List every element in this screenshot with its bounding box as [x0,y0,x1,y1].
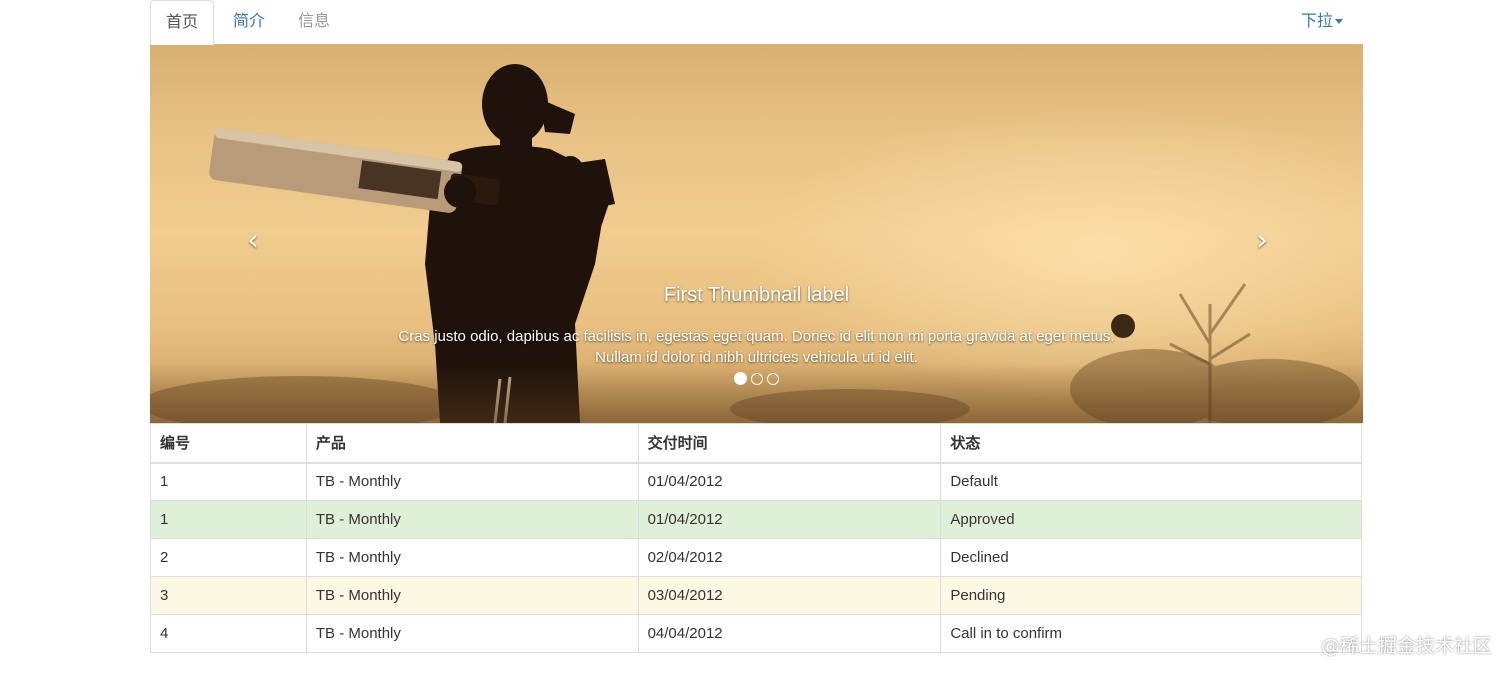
cell-date: 04/04/2012 [637,614,942,653]
nav-tabs: 首页 简介 信息 下拉 [150,0,1363,45]
table-row: 1 TB - Monthly 01/04/2012 Approved [150,500,1362,539]
cell-date: 03/04/2012 [637,576,942,615]
carousel: ‹ › First Thumbnail label Cras justo odi… [150,44,1363,423]
cell-product: TB - Monthly [305,462,639,501]
dropdown-label: 下拉 [1300,11,1333,30]
carousel-indicator-1[interactable] [734,372,747,385]
header-id: 编号 [150,423,307,464]
page-container: 首页 简介 信息 下拉 ‹ › First Thumbnail label Cr… [150,0,1363,653]
cell-id: 4 [150,614,307,653]
cell-status: Approved [940,500,1362,539]
caption-text-line2: Nullam id dolor id nibh ultricies vehicu… [595,349,918,366]
cell-product: TB - Monthly [305,614,639,653]
cell-date: 01/04/2012 [637,462,942,501]
tab-info: 信息 [298,11,331,30]
carousel-caption: First Thumbnail label Cras justo odio, d… [390,280,1123,368]
caret-down-icon [1335,19,1343,24]
chevron-left-icon: ‹ [247,223,259,258]
carousel-indicator-3[interactable] [767,373,779,385]
cell-status: Pending [940,576,1362,615]
cell-date: 02/04/2012 [637,538,942,577]
table-row: 1 TB - Monthly 01/04/2012 Default [150,462,1362,501]
chevron-right-icon: › [1256,223,1268,258]
cell-id: 3 [150,576,307,615]
header-product: 产品 [305,423,639,464]
cell-product: TB - Monthly [305,538,639,577]
caption-title: First Thumbnail label [663,284,850,306]
table-row: 4 TB - Monthly 04/04/2012 Call in to con… [150,614,1362,653]
carousel-next-button[interactable]: › [1247,226,1277,256]
header-delivery-time: 交付时间 [637,423,942,464]
tab-home[interactable]: 首页 [150,0,214,45]
header-status: 状态 [940,423,1362,464]
table-row: 3 TB - Monthly 03/04/2012 Pending [150,576,1362,615]
cell-status: Declined [940,538,1362,577]
cell-id: 1 [150,462,307,501]
watermark: @稀土掘金技术社区 [1320,635,1492,657]
orders-table: 编号 产品 交付时间 状态 1 TB - Monthly 01/04/2012 … [150,423,1362,653]
cell-date: 01/04/2012 [637,500,942,539]
cell-id: 1 [150,500,307,539]
cell-status: Default [940,462,1362,501]
cell-product: TB - Monthly [305,500,639,539]
cell-product: TB - Monthly [305,576,639,615]
tab-intro[interactable]: 简介 [233,0,265,45]
caption-text-line1: Cras justo odio, dapibus ac facilisis in… [398,328,1115,345]
table-header-row: 编号 产品 交付时间 状态 [150,423,1362,464]
cell-id: 2 [150,538,307,577]
carousel-indicators [150,372,1363,385]
carousel-indicator-2[interactable] [751,373,763,385]
table-row: 2 TB - Monthly 02/04/2012 Declined [150,538,1362,577]
dropdown-toggle[interactable]: 下拉 [1301,0,1343,45]
cell-status: Call in to confirm [940,614,1362,653]
carousel-prev-button[interactable]: ‹ [238,226,268,256]
